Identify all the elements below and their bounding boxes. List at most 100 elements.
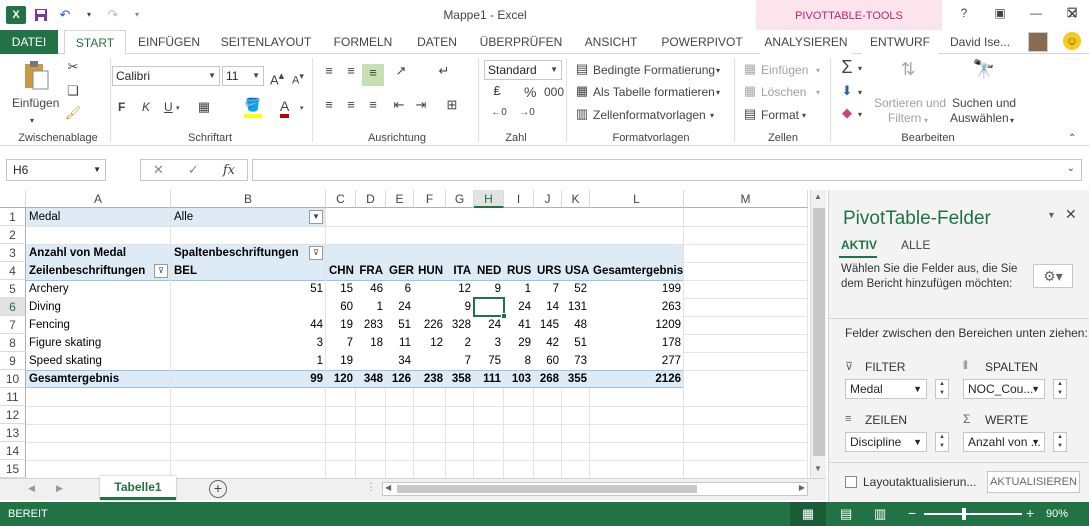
pivot-row-archery-value-rus[interactable]: 1 (504, 280, 534, 298)
row-header-7[interactable]: 7 (0, 316, 26, 334)
number-format-dropdown-icon[interactable]: ▼ (550, 61, 558, 79)
panel-options-icon[interactable]: ▼ (1047, 210, 1056, 220)
confirm-entry-icon[interactable]: ✓ (188, 162, 199, 178)
zoom-slider-track[interactable] (924, 513, 1022, 515)
pivot-row-figure-skating-value-ned[interactable]: 3 (474, 334, 504, 352)
scroll-right-icon[interactable]: ▶ (799, 483, 805, 492)
tab-aktiv[interactable]: AKTIV (841, 238, 877, 252)
columns-filter-icon[interactable]: ⊽ (309, 246, 323, 260)
pivot-col-header-ned[interactable]: NED (474, 262, 504, 280)
decrease-indent-icon[interactable]: ⇤ (390, 96, 408, 114)
column-header-i[interactable]: I (504, 190, 534, 208)
pivot-row-fencing-value-usa[interactable]: 48 (562, 316, 590, 334)
format-painter-icon[interactable]: 🖌 (64, 104, 82, 122)
font-name-dropdown-icon[interactable]: ▼ (208, 67, 216, 85)
normal-view-icon[interactable]: ▦ (790, 502, 826, 526)
undo-icon[interactable]: ↶ (56, 6, 74, 24)
pivot-row-diving-value-rus[interactable]: 24 (504, 298, 534, 316)
pivot-row-figure-skating-value-usa[interactable]: 51 (562, 334, 590, 352)
pivot-col-header-rus[interactable]: RUS (504, 262, 534, 280)
row-header-3[interactable]: 3 (0, 244, 26, 262)
row-header-5[interactable]: 5 (0, 280, 26, 298)
delete-cells-dropdown-icon[interactable]: ▾ (816, 84, 820, 102)
columns-field-spinner[interactable]: ▲ ▼ (1053, 379, 1067, 399)
insert-cells-icon[interactable]: ▦ (742, 60, 758, 78)
horizontal-scroll-thumb[interactable] (397, 485, 697, 493)
row-header-1[interactable]: 1 (0, 208, 26, 226)
cell-styles-dropdown-icon[interactable]: ▾ (710, 107, 714, 125)
pivot-row-speed-skating-value-bel[interactable]: 1 (171, 352, 326, 370)
cut-icon[interactable]: ✂ (64, 58, 82, 76)
pivot-row-speed-skating-value-ger[interactable]: 34 (386, 352, 414, 370)
row-header-12[interactable]: 12 (0, 406, 26, 424)
pivot-row-archery-value-usa[interactable]: 52 (562, 280, 590, 298)
column-header-e[interactable]: E (386, 190, 414, 208)
pivot-row-fencing-label[interactable]: Fencing (26, 316, 171, 334)
number-format-box[interactable]: Standard ▼ (484, 60, 562, 80)
values-field-count[interactable]: Anzahl von ... ▼ (963, 432, 1045, 452)
pivot-row-figure-skating-value-bel[interactable]: 3 (171, 334, 326, 352)
pivot-col-header-chn[interactable]: CHN (326, 262, 356, 280)
pivot-row-diving-value-gesamtergebnis[interactable]: 263 (590, 298, 684, 316)
insert-cells-dropdown-icon[interactable]: ▾ (816, 62, 820, 80)
insert-function-icon[interactable]: fx (223, 163, 235, 178)
pivot-row-total-value-ita[interactable]: 358 (446, 370, 474, 388)
feedback-smiley-icon[interactable]: ☺ (1063, 32, 1081, 50)
pivot-row-fencing-value-ita[interactable]: 328 (446, 316, 474, 334)
scroll-up-icon[interactable]: ▲ (814, 192, 822, 201)
tab-split-handle-icon[interactable]: ⋮ (366, 482, 376, 493)
italic-button[interactable]: K (142, 100, 150, 114)
panel-close-icon[interactable]: ✕ (1065, 206, 1077, 223)
pivot-col-header-ita[interactable]: ITA (446, 262, 474, 280)
sheet-tab-tabelle1[interactable]: Tabelle1 (100, 476, 176, 500)
user-name[interactable]: David Ise... (950, 30, 1010, 54)
delete-cells-button[interactable]: Löschen (761, 85, 806, 99)
paste-icon[interactable] (22, 60, 50, 92)
page-layout-view-icon[interactable]: ▤ (840, 506, 852, 522)
column-header-a[interactable]: A (26, 190, 171, 208)
panel-gear-icon[interactable]: ⚙▾ (1033, 264, 1073, 288)
pivot-row-diving-value-ger[interactable]: 24 (386, 298, 414, 316)
columns-field-dropdown-icon[interactable]: ▼ (1031, 380, 1040, 398)
pivot-row-speed-skating-value-urs[interactable]: 60 (534, 352, 562, 370)
pivot-filter-value[interactable]: Alle (171, 208, 311, 226)
pivot-row-speed-skating-value-hun[interactable] (414, 352, 446, 370)
find-select-label-1[interactable]: Suchen und (952, 96, 1016, 110)
sort-filter-icon[interactable]: ⇅ (892, 60, 924, 88)
column-header-l[interactable]: L (590, 190, 684, 208)
pivot-filter-label[interactable]: Medal (26, 208, 171, 226)
help-button[interactable]: ? (946, 6, 982, 20)
delete-cells-icon[interactable]: ▦ (742, 82, 758, 100)
defer-update-checkbox[interactable] (845, 476, 857, 488)
column-header-f[interactable]: F (414, 190, 446, 208)
tab-entwurf[interactable]: ENTWURF (862, 30, 938, 54)
borders-icon[interactable]: ▦ (192, 98, 216, 116)
pivot-row-archery-value-fra[interactable]: 46 (356, 280, 386, 298)
pivot-row-fencing-value-urs[interactable]: 145 (534, 316, 562, 334)
column-header-d[interactable]: D (356, 190, 386, 208)
decrease-decimal-icon[interactable]: →0 (516, 104, 538, 122)
rows-filter-icon[interactable]: ⊽ (154, 264, 168, 278)
row-header-2[interactable]: 2 (0, 226, 26, 244)
pivot-row-diving-value-usa[interactable]: 131 (562, 298, 590, 316)
tab-analysieren[interactable]: ANALYSIEREN (760, 30, 852, 54)
pivot-row-total-value-usa[interactable]: 355 (562, 370, 590, 388)
pivot-row-fencing-value-hun[interactable]: 226 (414, 316, 446, 334)
column-header-j[interactable]: J (534, 190, 562, 208)
comma-style-button[interactable]: 000 (544, 85, 564, 99)
pivot-row-total-value-gesamtergebnis[interactable]: 2126 (590, 370, 684, 388)
align-middle-icon[interactable]: ≡ (342, 62, 360, 80)
cell-styles-button[interactable]: Zellenformatvorlagen (593, 108, 706, 122)
format-cells-button[interactable]: Format (761, 108, 799, 122)
sheet-prev-icon[interactable]: ◀ (28, 483, 35, 494)
pivot-row-diving-value-hun[interactable] (414, 298, 446, 316)
pivot-col-header-gesamtergebnis[interactable]: Gesamtergebnis (590, 262, 684, 280)
sort-filter-label-1[interactable]: Sortieren und (874, 96, 946, 110)
pivot-row-speed-skating-value-chn[interactable]: 19 (326, 352, 356, 370)
cancel-entry-icon[interactable]: ✕ (153, 162, 164, 178)
accounting-format-icon[interactable]: ₤ (486, 82, 508, 100)
expand-formula-bar-icon[interactable]: ⌄ (1067, 163, 1075, 174)
format-cells-dropdown-icon[interactable]: ▾ (802, 107, 806, 125)
column-header-g[interactable]: G (446, 190, 474, 208)
paste-dropdown-icon[interactable]: ▾ (30, 112, 34, 130)
